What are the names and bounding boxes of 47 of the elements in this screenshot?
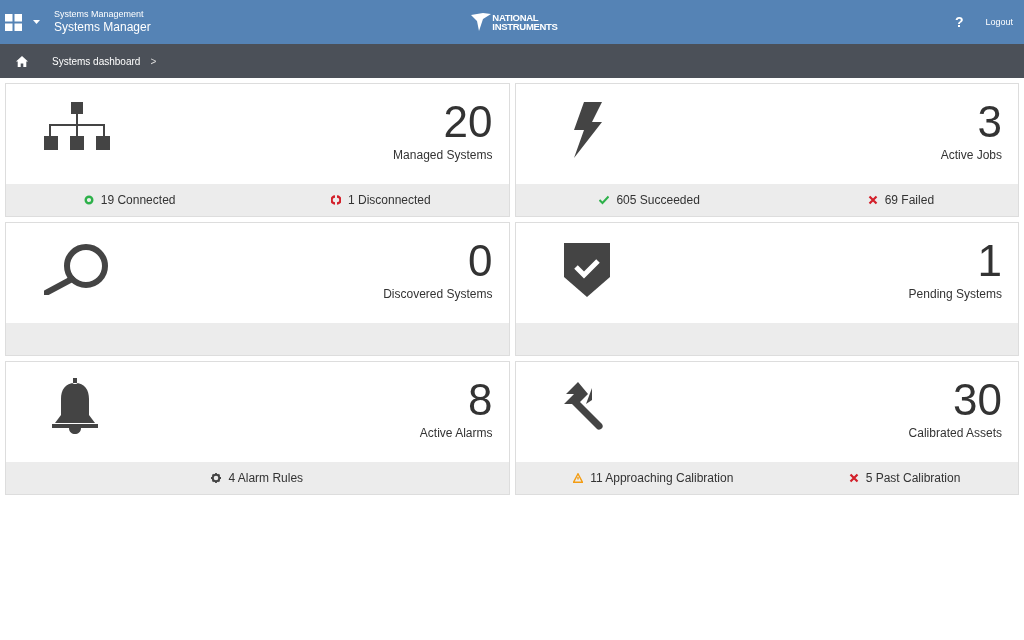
app-title: Systems Manager bbox=[54, 20, 151, 35]
app-grid-icon[interactable] bbox=[5, 13, 22, 31]
stat-label: 69 Failed bbox=[884, 193, 935, 207]
shield-check-icon bbox=[563, 243, 610, 297]
logout-button[interactable]: Logout bbox=[981, 15, 1017, 29]
metric-value: 30 bbox=[953, 376, 1002, 424]
stat-label: 4 Alarm Rules bbox=[228, 471, 304, 485]
stat-label: 1 Disconnected bbox=[348, 193, 431, 207]
logo-text: INSTRUMENTS bbox=[492, 22, 558, 31]
metric-label: Pending Systems bbox=[908, 287, 1002, 301]
dashboard-card[interactable]: 20 Managed Systems 19 Connected 1 Disconnected bbox=[5, 83, 510, 217]
metric-label: Calibrated Assets bbox=[908, 426, 1002, 440]
dashboard-card[interactable]: 30 Calibrated Assets 11 Approaching Calibration 5 Past Calibration bbox=[514, 361, 1019, 495]
caret-icon[interactable] bbox=[33, 20, 40, 24]
dashboard-card[interactable]: 8 Active Alarms 4 Alarm Rules bbox=[5, 361, 510, 495]
connected-circle-icon bbox=[83, 195, 94, 205]
dashboard-card[interactable]: 1 Pending Systems bbox=[514, 222, 1019, 356]
gear-icon bbox=[211, 473, 222, 483]
dashboard-card[interactable]: 0 Discovered Systems bbox=[5, 222, 510, 356]
lightning-bolt-icon bbox=[571, 102, 604, 158]
metric-label: Active Alarms bbox=[419, 426, 493, 440]
dashboard-card[interactable]: 3 Active Jobs 605 Succeeded 69 Failed bbox=[514, 83, 1019, 217]
home-icon[interactable] bbox=[16, 55, 28, 67]
search-icon bbox=[44, 243, 110, 295]
bird-logo-icon bbox=[471, 13, 492, 31]
breadcrumb-separator: > bbox=[150, 55, 157, 67]
breadcrumb-link[interactable]: Systems dashboard bbox=[52, 55, 141, 67]
stat-label: 5 Past Calibration bbox=[865, 471, 961, 485]
warning-triangle-icon bbox=[573, 473, 584, 483]
app-subtitle: Systems Management bbox=[54, 9, 145, 20]
help-button[interactable]: ? bbox=[950, 12, 968, 32]
stat-label: 11 Approaching Calibration bbox=[590, 471, 734, 485]
metric-value: 8 bbox=[468, 376, 493, 424]
logo-text: NATIONAL bbox=[492, 13, 540, 22]
bell-icon bbox=[52, 378, 98, 434]
metric-label: Managed Systems bbox=[393, 148, 493, 162]
metric-value: 20 bbox=[443, 98, 493, 146]
metric-label: Active Jobs bbox=[940, 148, 1002, 162]
stat-label: 19 Connected bbox=[100, 193, 176, 207]
close-x-icon bbox=[867, 195, 878, 205]
metric-value: 1 bbox=[977, 237, 1002, 285]
metric-label: Discovered Systems bbox=[383, 287, 493, 301]
metric-value: 3 bbox=[977, 98, 1002, 146]
close-x-icon bbox=[848, 473, 859, 483]
stat-label: 605 Succeeded bbox=[616, 193, 700, 207]
metric-value: 0 bbox=[468, 237, 493, 285]
checkmark-icon bbox=[599, 195, 610, 205]
